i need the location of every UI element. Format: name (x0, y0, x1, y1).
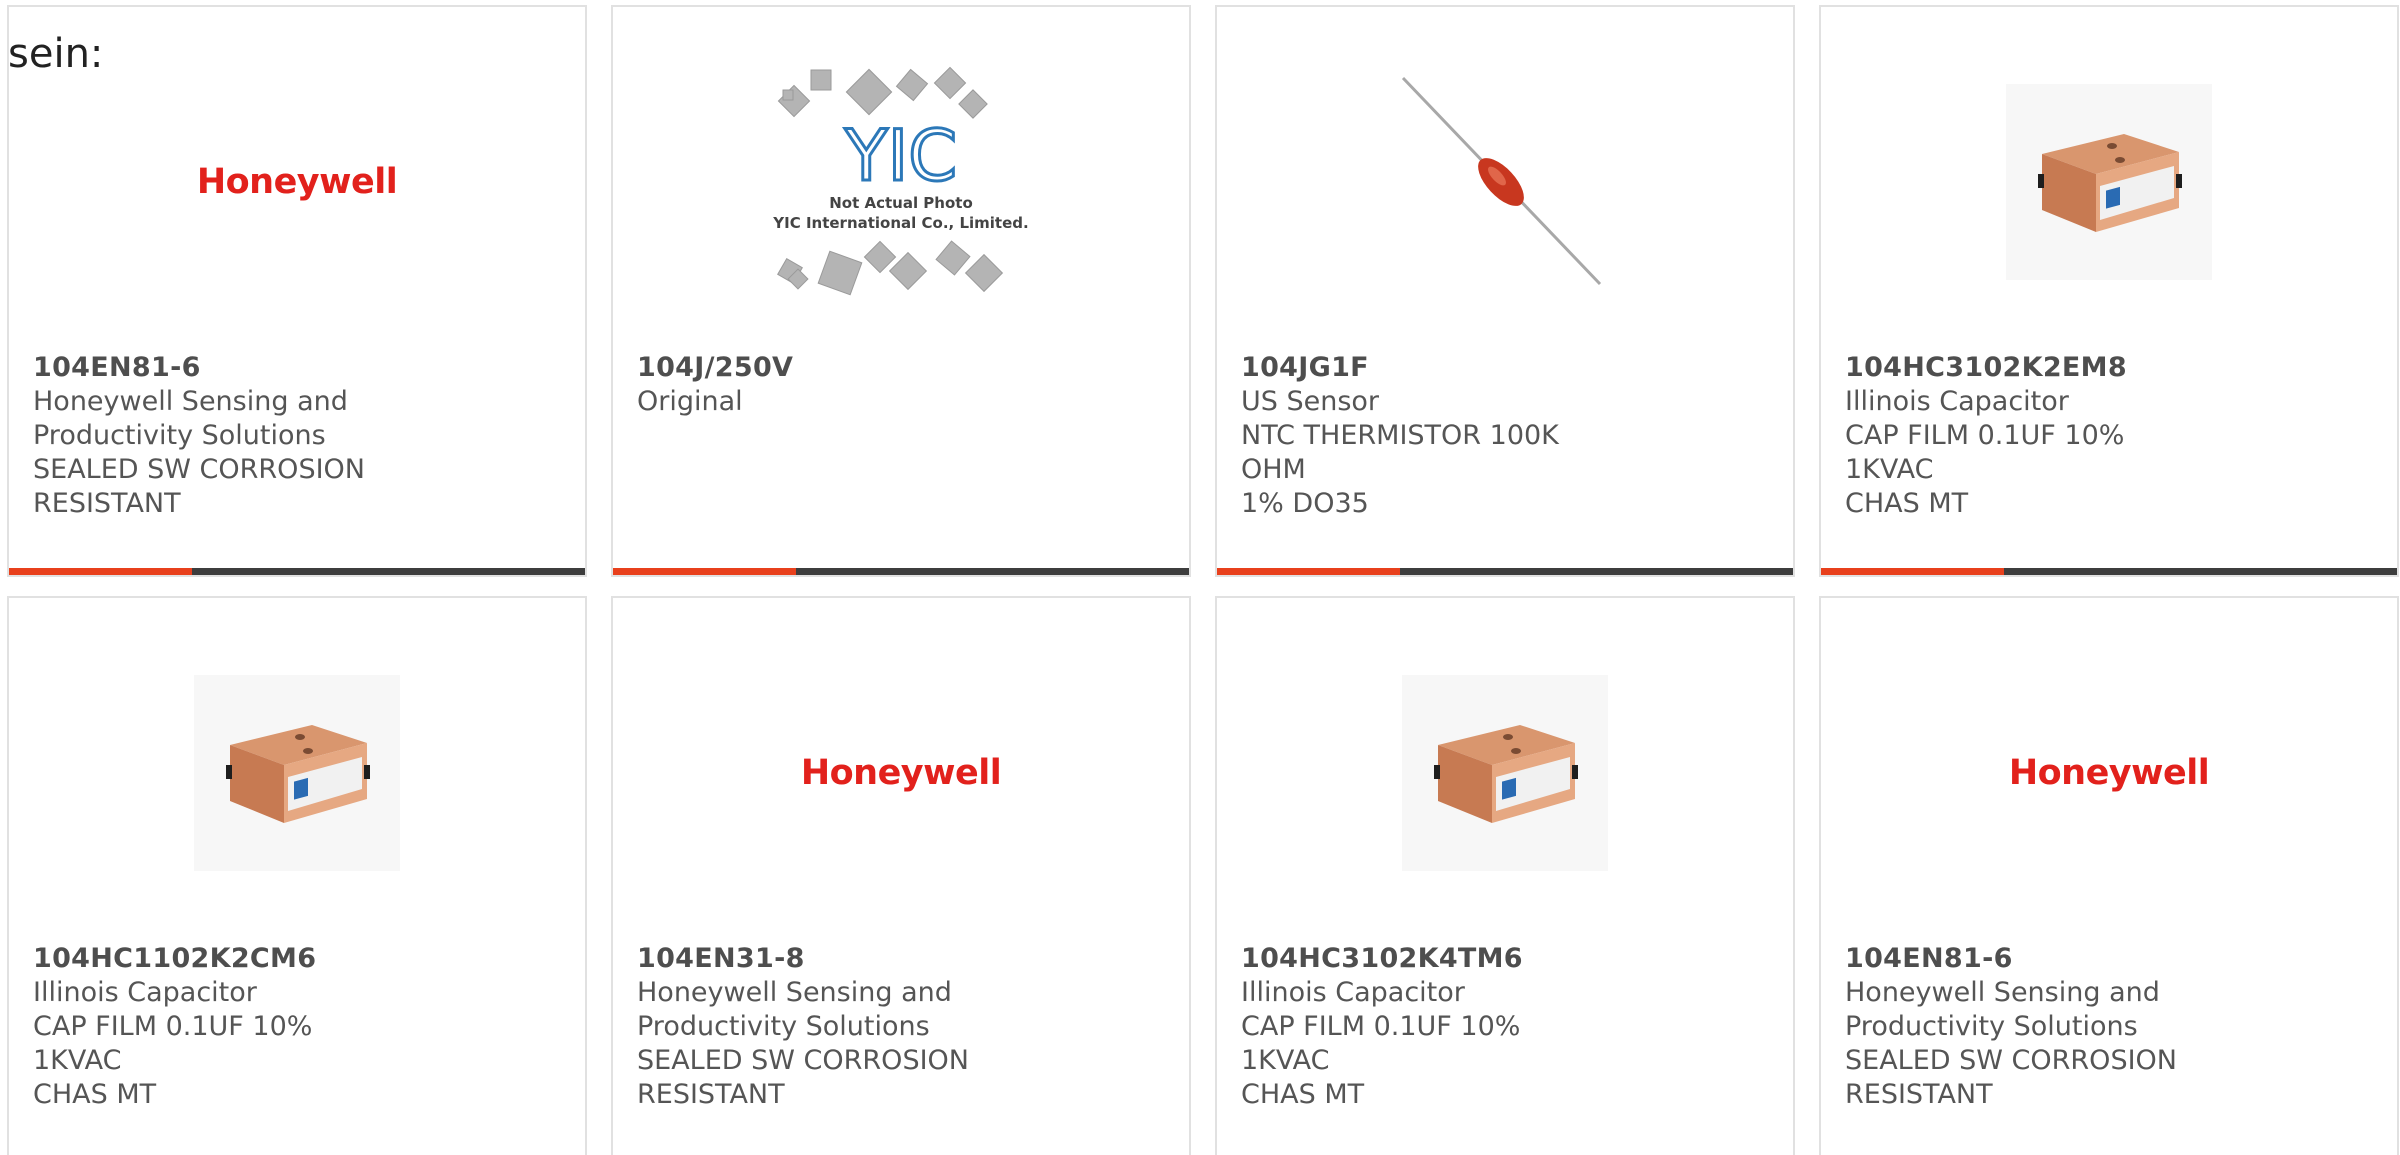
product-image[interactable]: Honeywell (613, 638, 1189, 908)
product-description-line: Honeywell Sensing and (33, 386, 348, 417)
product-details: 104EN81-6 Honeywell Sensing and Productivi… (33, 351, 373, 521)
product-card[interactable]: YIC Not Actual Photo YIC International Co.… (611, 5, 1191, 577)
card-bottom-bar (9, 568, 585, 575)
product-description-line: CAP FILM 0.1UF 10% 1KVAC (33, 1011, 313, 1076)
product-card[interactable]: 104JG1F US Sensor NTC THERMISTOR 100K OHM 1… (1215, 5, 1795, 577)
product-details: 104EN31-8 Honeywell Sensing and Productivi… (637, 942, 977, 1112)
product-description-line: Illinois Capacitor (33, 977, 257, 1008)
product-details: 104HC1102K2CM6 Illinois Capacitor CAP FILM… (33, 942, 373, 1112)
product-description-line: SEALED SW CORROSION (33, 454, 365, 485)
product-description-line: CAP FILM 0.1UF 10% 1KVAC (1845, 420, 2125, 485)
product-card[interactable]: 104HC3102K4TM6 Illinois Capacitor CAP FILM… (1215, 596, 1795, 1155)
product-image[interactable] (1821, 47, 2397, 317)
product-description-line: RESISTANT (33, 488, 181, 519)
product-description-line: RESISTANT (637, 1079, 785, 1110)
product-grid-page: sein: Honeywell 104EN81-6 Honeywell Sensin… (0, 0, 2400, 1155)
product-description-line: CHAS MT (1241, 1079, 1365, 1110)
honeywell-logo: Honeywell (196, 162, 398, 202)
product-description-line: Honeywell Sensing and (1845, 977, 2160, 1008)
capacitor-photo (1402, 675, 1608, 871)
honeywell-logo: Honeywell (2008, 753, 2210, 793)
product-image[interactable]: YIC Not Actual Photo YIC International Co.… (613, 47, 1189, 317)
product-description-line: Honeywell Sensing and (637, 977, 952, 1008)
product-description-line: CAP FILM 0.1UF 10% 1KVAC (1241, 1011, 1521, 1076)
product-image[interactable] (1217, 47, 1793, 317)
part-number-link[interactable]: 104EN81-6 (33, 351, 373, 385)
product-details: 104HC3102K2EM8 Illinois Capacitor CAP FILM… (1845, 351, 2185, 521)
product-details: 104JG1F US Sensor NTC THERMISTOR 100K OHM 1… (1241, 351, 1581, 521)
page-label: sein: (8, 31, 104, 77)
thermistor-photo (1401, 76, 1602, 286)
card-accent-bar (1821, 568, 2004, 575)
product-card[interactable]: Honeywell 104EN31-8 Honeywell Sensing and P… (611, 596, 1191, 1155)
product-description-line: SEALED SW CORROSION (637, 1045, 969, 1076)
product-description-line: 1% DO35 (1241, 488, 1369, 519)
svg-text:YIC International Co., Limited: YIC International Co., Limited. (772, 214, 1028, 232)
product-description-line: CHAS MT (33, 1079, 157, 1110)
product-description-line: Original (637, 386, 743, 417)
placeholder-photo-icon: YICNot Actual Photo YIC International Co.… (772, 66, 1029, 296)
product-description-line: Productivity Solutions (33, 420, 326, 451)
product-image[interactable] (1217, 638, 1793, 908)
product-description-line: CHAS MT (1845, 488, 1969, 519)
product-details: 104J/250V Original (637, 351, 977, 419)
svg-text:Not Actual Photo: Not Actual Photo (829, 194, 973, 212)
product-description-line: Productivity Solutions (1845, 1011, 2138, 1042)
product-card[interactable]: 104HC1102K2CM6 Illinois Capacitor CAP FILM… (7, 596, 587, 1155)
part-number-link[interactable]: 104EN81-6 (1845, 942, 2185, 976)
card-accent-bar (9, 568, 192, 575)
card-bottom-bar (1821, 568, 2397, 575)
part-number-link[interactable]: 104HC3102K4TM6 (1241, 942, 1581, 976)
product-image[interactable]: Honeywell (1821, 638, 2397, 908)
part-number-link[interactable]: 104EN31-8 (637, 942, 977, 976)
product-description-line: NTC THERMISTOR 100K OHM (1241, 420, 1559, 485)
part-number-link[interactable]: 104HC1102K2CM6 (33, 942, 373, 976)
product-card[interactable]: Honeywell 104EN81-6 Honeywell Sensing and P… (7, 5, 587, 577)
part-number-link[interactable]: 104J/250V (637, 351, 977, 385)
product-description-line: US Sensor (1241, 386, 1380, 417)
product-description-line: SEALED SW CORROSION (1845, 1045, 2177, 1076)
product-card[interactable]: Honeywell 104EN81-6 Honeywell Sensing and P… (1819, 596, 2399, 1155)
product-image[interactable]: Honeywell (9, 47, 585, 317)
card-accent-bar (613, 568, 796, 575)
product-grid: Honeywell 104EN81-6 Honeywell Sensing and P… (7, 5, 2399, 1155)
svg-text:YIC: YIC (844, 115, 957, 197)
card-bottom-bar (1217, 568, 1793, 575)
product-details: 104EN81-6 Honeywell Sensing and Productivi… (1845, 942, 2185, 1112)
product-card[interactable]: 104HC3102K2EM8 Illinois Capacitor CAP FILM… (1819, 5, 2399, 577)
product-description-line: Productivity Solutions (637, 1011, 930, 1042)
capacitor-photo (2006, 84, 2212, 280)
capacitor-photo (194, 675, 400, 871)
part-number-link[interactable]: 104JG1F (1241, 351, 1581, 385)
card-accent-bar (1217, 568, 1400, 575)
product-description-line: Illinois Capacitor (1845, 386, 2069, 417)
product-description-line: RESISTANT (1845, 1079, 1993, 1110)
honeywell-logo: Honeywell (800, 753, 1002, 793)
product-description-line: Illinois Capacitor (1241, 977, 1465, 1008)
card-bottom-bar (613, 568, 1189, 575)
product-image[interactable] (9, 638, 585, 908)
product-details: 104HC3102K4TM6 Illinois Capacitor CAP FILM… (1241, 942, 1581, 1112)
part-number-link[interactable]: 104HC3102K2EM8 (1845, 351, 2185, 385)
